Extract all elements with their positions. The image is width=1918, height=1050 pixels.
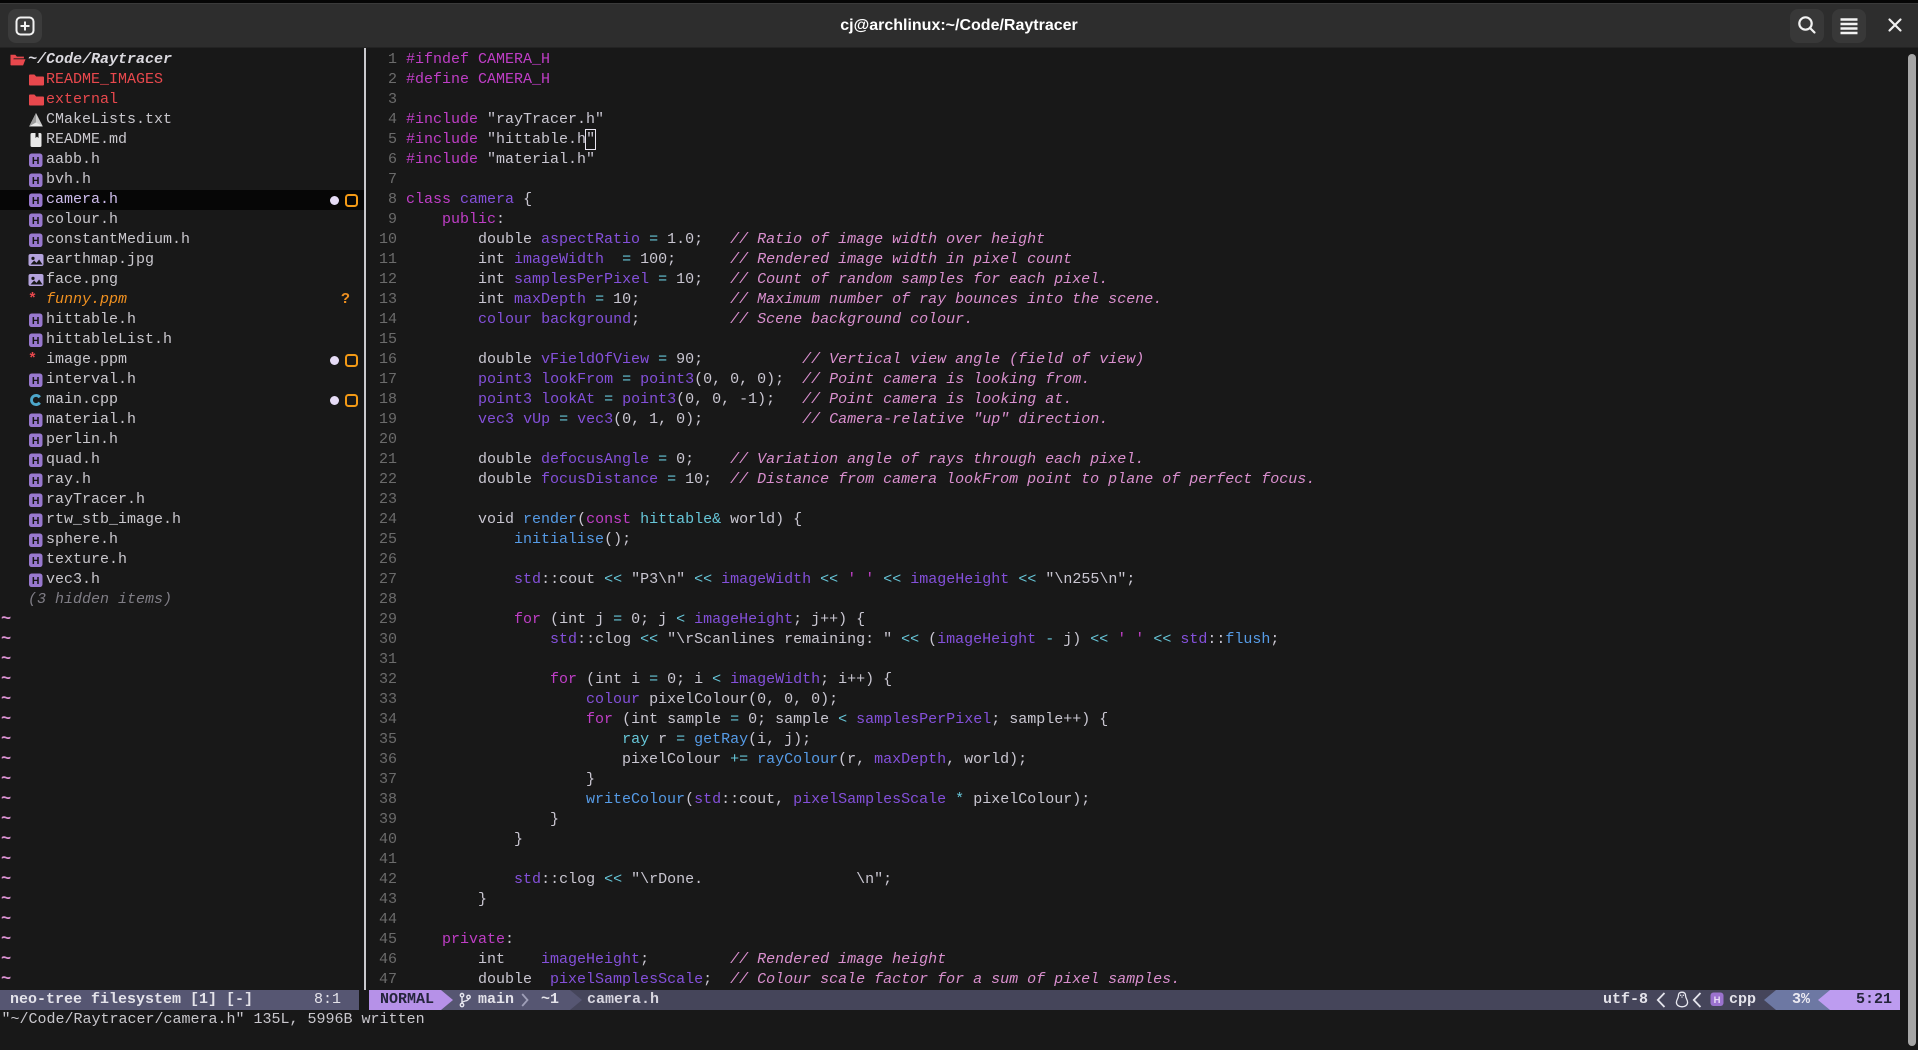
svg-text:H: H (32, 455, 40, 467)
svg-text:H: H (32, 155, 40, 167)
svg-text:H: H (32, 495, 40, 507)
svg-text:H: H (32, 195, 40, 207)
svg-text:H: H (32, 475, 40, 487)
svg-text:H: H (32, 435, 40, 447)
svg-text:H: H (32, 535, 40, 547)
svg-text:H: H (32, 575, 40, 587)
svg-text:H: H (32, 415, 40, 427)
svg-text:H: H (32, 555, 40, 567)
svg-text:H: H (32, 215, 40, 227)
svg-text:H: H (32, 175, 40, 187)
svg-text:H: H (1714, 995, 1721, 1006)
svg-text:H: H (32, 235, 40, 247)
svg-text:H: H (32, 335, 40, 347)
svg-text:H: H (32, 375, 40, 387)
svg-text:H: H (32, 315, 40, 327)
svg-text:H: H (32, 515, 40, 527)
